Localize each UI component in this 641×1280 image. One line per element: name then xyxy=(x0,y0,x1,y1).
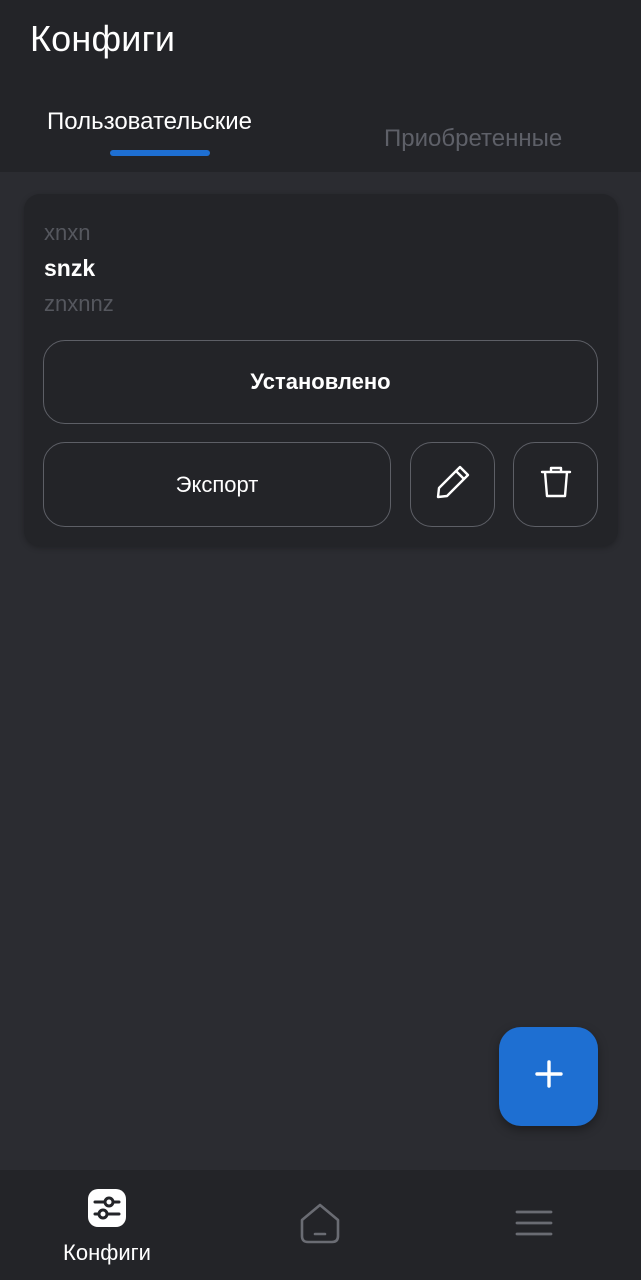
app-screen: Конфиги Пользовательские Приобретенные x… xyxy=(0,0,641,1280)
add-config-button[interactable] xyxy=(499,1027,598,1126)
config-subtitle-bottom: znxnnz xyxy=(44,291,114,316)
active-tab-indicator xyxy=(110,150,210,156)
home-icon xyxy=(297,1203,343,1250)
pencil-icon xyxy=(432,461,474,508)
config-card: xnxn snzk znxnnz Установлено Экспорт xyxy=(24,194,618,546)
sliders-icon xyxy=(87,1188,127,1233)
delete-button[interactable] xyxy=(513,442,598,527)
page-title: Конфиги xyxy=(30,18,176,59)
nav-item-home[interactable] xyxy=(297,1200,343,1246)
nav-label-configs: Конфиги xyxy=(63,1240,151,1265)
config-subtitle-top: xnxn xyxy=(44,220,91,245)
trash-icon xyxy=(536,462,576,507)
tab-user-configs[interactable]: Пользовательские xyxy=(47,108,252,136)
header: Конфиги Пользовательские Приобретенные xyxy=(0,0,641,172)
export-button[interactable]: Экспорт xyxy=(43,442,391,527)
menu-icon xyxy=(514,1210,554,1242)
nav-item-configs[interactable]: Конфиги xyxy=(50,1186,164,1270)
installed-button[interactable]: Установлено xyxy=(43,340,598,424)
tab-purchased-configs[interactable]: Приобретенные xyxy=(384,125,562,153)
bottom-navigation: Конфиги xyxy=(0,1170,641,1280)
nav-item-menu[interactable] xyxy=(514,1208,554,1238)
edit-button[interactable] xyxy=(410,442,495,527)
plus-icon xyxy=(534,1059,564,1094)
config-name: snzk xyxy=(44,255,96,281)
